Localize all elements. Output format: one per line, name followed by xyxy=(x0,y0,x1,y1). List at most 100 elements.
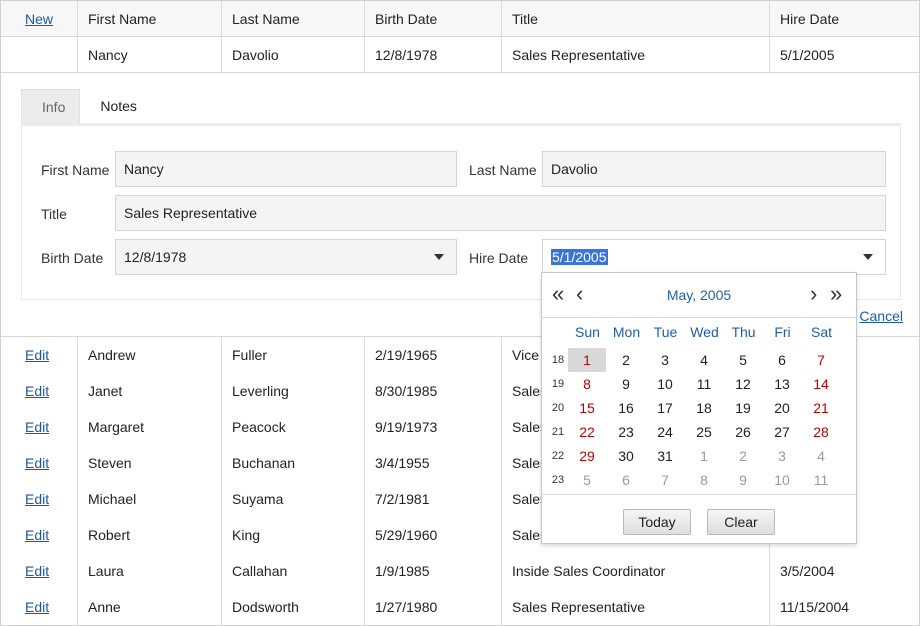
edit-link[interactable]: Edit xyxy=(25,419,49,435)
cell-last-name: Leverling xyxy=(222,373,365,409)
calendar-day[interactable]: 25 xyxy=(685,420,723,444)
calendar-day[interactable]: 20 xyxy=(763,396,801,420)
column-header-birth-date[interactable]: Birth Date xyxy=(365,1,502,36)
calendar-day[interactable]: 18 xyxy=(685,396,723,420)
calendar-day[interactable]: 2 xyxy=(724,444,762,468)
table-row: Edit Anne Dodsworth 1/27/1980 Sales Represen… xyxy=(1,589,919,625)
calendar-day[interactable]: 9 xyxy=(607,372,645,396)
next-year-icon[interactable]: » xyxy=(830,281,842,307)
calendar-day[interactable]: 12 xyxy=(724,372,762,396)
tab-notes[interactable]: Notes xyxy=(80,89,151,123)
calendar-day[interactable]: 4 xyxy=(802,444,840,468)
cell-last-name: Fuller xyxy=(222,337,365,373)
calendar-day[interactable]: 11 xyxy=(685,372,723,396)
calendar-day[interactable]: 1 xyxy=(568,348,606,372)
calendar-day[interactable]: 1 xyxy=(685,444,723,468)
calendar-day[interactable]: 5 xyxy=(568,468,606,492)
calendar-day[interactable]: 24 xyxy=(646,420,684,444)
cell-first-name: Margaret xyxy=(78,409,222,445)
cell-birth-date: 2/19/1965 xyxy=(365,337,502,373)
column-header-hire-date[interactable]: Hire Date xyxy=(770,1,919,36)
calendar-day[interactable]: 13 xyxy=(763,372,801,396)
birth-date-input[interactable]: 12/8/1978 xyxy=(115,239,457,275)
calendar-day[interactable]: 9 xyxy=(724,468,762,492)
cell-hire-date: 3/5/2004 xyxy=(780,563,835,579)
edit-link[interactable]: Edit xyxy=(25,527,49,543)
calendar-day[interactable]: 3 xyxy=(763,444,801,468)
cell-birth-date: 1/27/1980 xyxy=(365,589,502,625)
days-of-week: Sun Mon Tue Wed Thu Fri Sat xyxy=(568,324,841,340)
calendar-day[interactable]: 2 xyxy=(607,348,645,372)
calendar-day[interactable]: 26 xyxy=(724,420,762,444)
calendar-footer: Today Clear xyxy=(542,495,856,543)
edit-link[interactable]: Edit xyxy=(25,563,49,579)
calendar-day[interactable]: 6 xyxy=(763,348,801,372)
cell-first-name: Robert xyxy=(78,517,222,553)
calendar-day[interactable]: 4 xyxy=(685,348,723,372)
new-record-link[interactable]: New xyxy=(25,11,53,27)
calendar-day[interactable]: 30 xyxy=(607,444,645,468)
table-row: Edit Laura Callahan 1/9/1985 Inside Sales Co… xyxy=(1,553,919,589)
edit-link[interactable]: Edit xyxy=(25,383,49,399)
calendar-day[interactable]: 15 xyxy=(568,396,606,420)
calendar-day[interactable]: 7 xyxy=(646,468,684,492)
calendar-day[interactable]: 8 xyxy=(685,468,723,492)
today-button[interactable]: Today xyxy=(623,509,691,535)
calendar-day[interactable]: 19 xyxy=(724,396,762,420)
cell-first-name: Laura xyxy=(78,553,222,589)
calendar-day[interactable]: 22 xyxy=(568,420,606,444)
column-header-last-name[interactable]: Last Name xyxy=(222,1,365,36)
clear-button[interactable]: Clear xyxy=(707,509,775,535)
calendar-day[interactable]: 17 xyxy=(646,396,684,420)
edit-link[interactable]: Edit xyxy=(25,347,49,363)
column-header-title[interactable]: Title xyxy=(502,1,770,36)
calendar-day[interactable]: 6 xyxy=(607,468,645,492)
edit-link[interactable]: Edit xyxy=(25,455,49,471)
calendar-day[interactable]: 23 xyxy=(607,420,645,444)
form-tabs: Info Notes xyxy=(21,89,151,123)
week-number: 20 xyxy=(551,402,565,414)
last-name-input[interactable]: Davolio xyxy=(542,151,886,187)
title-label: Title xyxy=(41,206,67,222)
day-of-week-label: Wed xyxy=(690,324,719,340)
chevron-down-icon[interactable] xyxy=(863,254,873,260)
cell-birth-date: 3/4/1955 xyxy=(365,445,502,481)
week-number: 23 xyxy=(551,474,565,486)
day-of-week-label: Thu xyxy=(731,324,756,340)
calendar-day[interactable]: 5 xyxy=(724,348,762,372)
title-input[interactable]: Sales Representative xyxy=(115,195,886,231)
calendar-day[interactable]: 16 xyxy=(607,396,645,420)
cell-title: Sales Representative xyxy=(502,37,770,72)
calendar-grid: Sun Mon Tue Wed Thu Fri Sat 18 1 2 3 4 5 6 7 19 8 9 10 11 1… xyxy=(542,317,856,495)
cell-hire-date: 11/15/2004 xyxy=(780,599,850,615)
birth-date-label: Birth Date xyxy=(41,250,104,266)
cancel-link[interactable]: Cancel xyxy=(859,308,903,324)
hire-date-input[interactable]: 5/1/2005 xyxy=(542,239,886,275)
calendar-day[interactable]: 10 xyxy=(646,372,684,396)
calendar-day[interactable]: 7 xyxy=(802,348,840,372)
calendar-day[interactable]: 27 xyxy=(763,420,801,444)
calendar-header: « ‹ May, 2005 › » xyxy=(542,273,856,317)
calendar-day[interactable]: 21 xyxy=(802,396,840,420)
cell-birth-date: 8/30/1985 xyxy=(365,373,502,409)
calendar-title[interactable]: May, 2005 xyxy=(542,287,856,303)
calendar-day[interactable]: 31 xyxy=(646,444,684,468)
edit-link[interactable]: Edit xyxy=(25,491,49,507)
calendar-day[interactable]: 8 xyxy=(568,372,606,396)
calendar-day[interactable]: 29 xyxy=(568,444,606,468)
cell-birth-date: 5/29/1960 xyxy=(365,517,502,553)
calendar-day[interactable]: 14 xyxy=(802,372,840,396)
cell-last-name: Callahan xyxy=(222,553,365,589)
hire-date-label: Hire Date xyxy=(469,250,529,266)
next-month-icon[interactable]: › xyxy=(810,281,817,307)
column-header-first-name[interactable]: First Name xyxy=(78,1,222,36)
calendar-day[interactable]: 11 xyxy=(802,468,840,492)
first-name-input[interactable]: Nancy xyxy=(115,151,457,187)
chevron-down-icon[interactable] xyxy=(434,254,444,260)
calendar-day[interactable]: 10 xyxy=(763,468,801,492)
date-picker-popup: « ‹ May, 2005 › » Sun Mon Tue Wed Thu Fri Sat … xyxy=(541,272,857,544)
tab-info[interactable]: Info xyxy=(21,89,81,123)
calendar-day[interactable]: 3 xyxy=(646,348,684,372)
edit-link[interactable]: Edit xyxy=(25,599,49,615)
calendar-day[interactable]: 28 xyxy=(802,420,840,444)
